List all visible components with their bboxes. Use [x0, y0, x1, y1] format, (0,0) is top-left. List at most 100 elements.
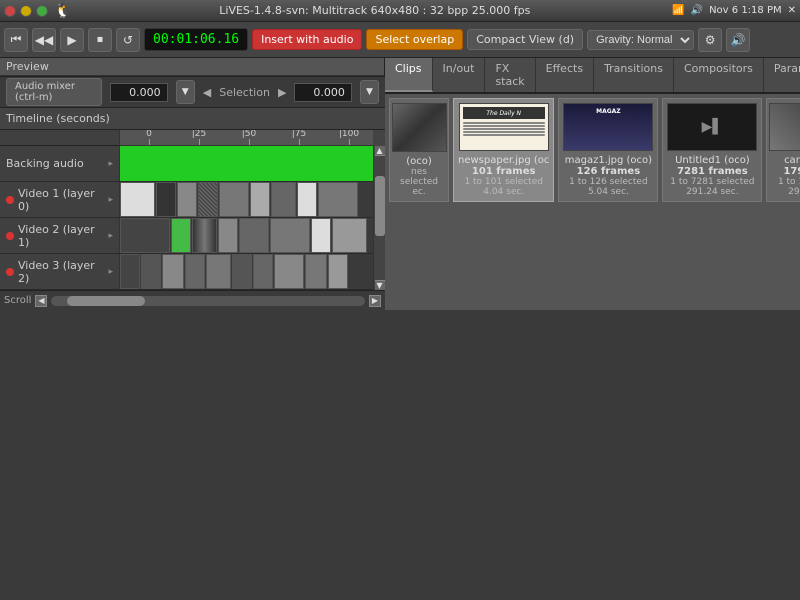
vscroll-down[interactable]: ▼ [375, 280, 385, 290]
tray-close-icon[interactable]: ✕ [788, 5, 796, 16]
track-dot-video1 [6, 196, 14, 204]
clip-thumb-bg-0 [393, 104, 446, 151]
clip-item-magazine[interactable]: MAGAZ magaz1.jpg (oco) 126 frames 1 to 1… [558, 98, 658, 202]
insert-audio-button[interactable]: Insert with audio [252, 29, 362, 50]
clip-item-untitled[interactable]: ▶▌ Untitled1 (oco) 7281 frames 1 to 7281… [662, 98, 762, 202]
titlebar: 🐧 LiVES-1.4.8-svn: Multitrack 640x480 : … [0, 0, 800, 22]
clip-v2-5 [239, 218, 269, 253]
tab-params[interactable]: Params. [764, 58, 800, 92]
tracks-container: Backing audio ▸ Video 1 (layer 0) ▸ [0, 146, 385, 290]
clip-grid-spacer [385, 206, 800, 310]
clip-v1-4 [198, 182, 218, 217]
volume-icon[interactable]: 🔊 [726, 28, 750, 52]
tab-compositors[interactable]: Compositors [674, 58, 764, 92]
clip-v1-7 [271, 182, 296, 217]
compact-view-button[interactable]: Compact View (d) [467, 29, 583, 50]
track-content-backing [120, 146, 373, 181]
tab-clips[interactable]: Clips [385, 58, 433, 92]
clip-thumb-magazine: MAGAZ [563, 103, 653, 151]
clip-v1-8 [297, 182, 317, 217]
scroll-left-btn[interactable]: ◀ [35, 295, 47, 307]
clip-v3-6 [232, 254, 252, 289]
tab-transitions[interactable]: Transitions [594, 58, 674, 92]
clip-v3-7 [253, 254, 273, 289]
rewind-button[interactable]: ⏮ [4, 28, 28, 52]
clip-v3-8 [274, 254, 304, 289]
maximize-btn[interactable] [36, 5, 48, 17]
scroll-track[interactable] [51, 296, 365, 306]
vscroll-up[interactable]: ▲ [375, 146, 385, 156]
clip-thumb-0 [392, 103, 447, 152]
timeline-vscrollbar[interactable]: ▲ ▼ [373, 146, 385, 290]
clip-selected-0: selected [400, 177, 438, 187]
loop-button[interactable]: ↺ [116, 28, 140, 52]
track-arrow-video1[interactable]: ▸ [108, 195, 113, 205]
audio-mixer-button[interactable]: Audio mixer (ctrl-m) [6, 78, 102, 106]
clip-v2-3 [192, 218, 217, 253]
fast-back-button[interactable]: ◀◀ [32, 28, 56, 52]
app-icon: 🐧 [54, 3, 71, 19]
clip-v1-3 [177, 182, 197, 217]
scroll-label: Scroll [4, 295, 31, 306]
track-arrow-video2[interactable]: ▸ [108, 231, 113, 241]
tab-inout[interactable]: In/out [433, 58, 486, 92]
track-name-video3: Video 3 (layer 2) [18, 259, 104, 285]
clip-frames-carr: 179 [783, 166, 800, 177]
window-controls [4, 5, 48, 17]
main-toolbar: ⏮ ◀◀ ▶ ⏹ ↺ 00:01:06.16 Insert with audio… [0, 22, 800, 58]
audio-value-right-stepper[interactable]: ▼ [360, 80, 379, 104]
tab-effects[interactable]: Effects [536, 58, 594, 92]
vscroll-thumb[interactable] [375, 176, 385, 236]
minimize-btn[interactable] [20, 5, 32, 17]
tab-fxstack[interactable]: FX stack [485, 58, 535, 92]
tray-time: Nov 6 1:18 PM [709, 5, 782, 16]
audio-value-left[interactable]: 0.000 [110, 83, 168, 102]
horizontal-scrollbar-area: Scroll ◀ ▶ [0, 290, 385, 310]
clip-item-0[interactable]: (oco) nes selected ec. [389, 98, 449, 202]
track-rows: Backing audio ▸ Video 1 (layer 0) ▸ [0, 146, 373, 290]
stop-button[interactable]: ⏹ [88, 28, 112, 52]
clip-sec-untitled: 291.24 sec. [686, 187, 738, 197]
main-content: Preview [0, 58, 800, 310]
track-arrow-video3[interactable]: ▸ [108, 267, 113, 277]
clip-detail-carr: 1 to 17 [778, 177, 800, 187]
ruler-mark-100: |100 [324, 130, 373, 145]
settings-icon[interactable]: ⚙ [698, 28, 722, 52]
ruler-mark-75: |75 [274, 130, 324, 145]
clip-v3-9 [305, 254, 327, 289]
ruler-spacer [0, 130, 120, 146]
clip-frames-magazine: 126 frames [577, 166, 641, 177]
clip-item-newspaper[interactable]: The Daily N newspaper.jpg (oc 101 frames… [453, 98, 554, 202]
audio-value-right[interactable]: 0.000 [294, 83, 352, 102]
select-overlap-button[interactable]: Select overlap [366, 29, 463, 50]
clip-name-carr: carr [784, 155, 800, 166]
clip-v2-7 [311, 218, 331, 253]
audio-value-left-stepper[interactable]: ▼ [176, 80, 195, 104]
clip-detail-newspaper: 1 to 101 selected [464, 177, 543, 187]
track-content-video1 [120, 182, 373, 217]
close-btn[interactable] [4, 5, 16, 17]
track-row-video1: Video 1 (layer 0) ▸ [0, 182, 373, 218]
ruler-mark-25: |25 [174, 130, 224, 145]
timeline-ruler: 0 |25 |50 |75 [120, 130, 373, 146]
clip-item-carr[interactable]: carr 179 1 to 17 29 [766, 98, 800, 202]
clip-v1-1 [120, 182, 155, 217]
clip-v1-5 [219, 182, 249, 217]
np-line-4 [463, 131, 545, 133]
track-arrow-backing[interactable]: ▸ [108, 159, 113, 169]
track-label-video2: Video 2 (layer 1) ▸ [0, 218, 120, 253]
track-content-video2 [120, 218, 373, 253]
scroll-right-btn[interactable]: ▶ [369, 295, 381, 307]
ruler-row: 0 |25 |50 |75 [0, 130, 385, 146]
gravity-select[interactable]: Gravity: Normal Gravity: Left Gravity: R… [587, 30, 694, 50]
track-dot-video3 [6, 268, 14, 276]
clip-name-newspaper: newspaper.jpg (oc [458, 155, 549, 166]
np-line-5 [463, 134, 545, 136]
clip-sec-magazine: 5.04 sec. [588, 187, 629, 197]
play-button[interactable]: ▶ [60, 28, 84, 52]
clip-thumb-carr [769, 103, 800, 151]
untitled-thumbnail: ▶▌ [668, 104, 756, 150]
clip-v2-2 [171, 218, 191, 253]
scroll-thumb[interactable] [67, 296, 145, 306]
backing-audio-bar [120, 146, 373, 181]
